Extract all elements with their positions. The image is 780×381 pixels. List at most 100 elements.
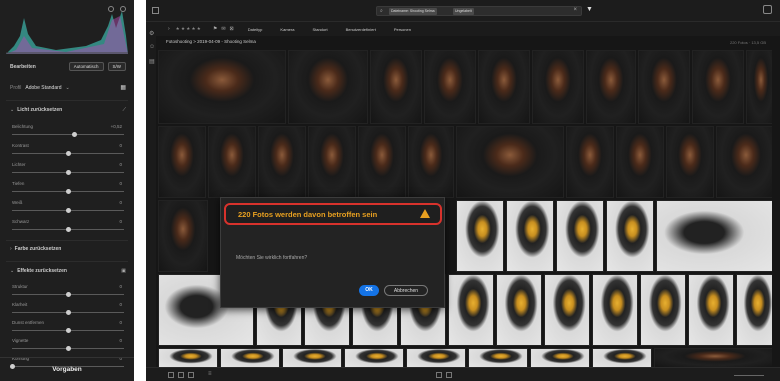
photo-thumbnail[interactable] (158, 126, 206, 198)
auto-button[interactable]: Automatisch (68, 62, 104, 71)
profile-browser-icon[interactable]: ▦ (120, 84, 126, 91)
photo-thumbnail[interactable] (592, 348, 652, 367)
albums-icon[interactable]: ▤ (149, 58, 155, 65)
effects-panel-icon[interactable]: ▣ (121, 268, 126, 274)
detail-view-icon[interactable] (188, 372, 194, 378)
search-chip-filename[interactable]: Dateiname: Shooting Selma (389, 8, 437, 15)
slider-knob[interactable] (66, 227, 71, 232)
gear-icon[interactable]: ⚙ (149, 30, 154, 37)
photo-thumbnail[interactable] (688, 274, 734, 346)
slider-knob[interactable] (66, 310, 71, 315)
thumbnail-size-slider[interactable] (734, 375, 764, 376)
effect-slider-value[interactable]: 0 (119, 338, 122, 343)
curve-icon[interactable]: ⟋ (122, 107, 126, 113)
sidebar-toggle-icon[interactable] (152, 7, 159, 14)
rating-stars[interactable]: ★ ★ ★ ★ ★ (176, 26, 201, 32)
search-field[interactable]: ⌕ Dateiname: Shooting Selma Ungelabelt × (376, 6, 582, 16)
filter-custom[interactable]: Benutzerdefiniert (346, 27, 376, 32)
light-slider-slider[interactable] (12, 170, 124, 175)
photo-thumbnail[interactable] (468, 348, 528, 367)
effect-slider-slider[interactable] (12, 346, 124, 351)
photo-thumbnail[interactable] (456, 200, 504, 272)
photo-thumbnail[interactable] (616, 126, 664, 198)
ok-button[interactable]: OK (359, 285, 379, 296)
people-icon[interactable]: ☺ (149, 44, 155, 50)
photo-thumbnail[interactable] (556, 200, 604, 272)
photo-thumbnail[interactable] (448, 274, 494, 346)
slider-knob[interactable] (66, 208, 71, 213)
photo-thumbnail[interactable] (654, 348, 772, 367)
effect-slider-value[interactable]: 0 (119, 284, 122, 289)
rating-icon[interactable] (436, 372, 442, 378)
photo-thumbnail[interactable] (530, 348, 590, 367)
effect-slider-value[interactable]: 0 (119, 320, 122, 325)
photo-thumbnail[interactable] (692, 50, 744, 124)
light-slider-value[interactable]: 0 (119, 162, 122, 167)
photo-thumbnail[interactable] (532, 50, 584, 124)
presets-button[interactable]: Vorgaben (0, 357, 134, 381)
clear-search-icon[interactable]: × (573, 7, 577, 13)
photo-thumbnail[interactable] (424, 50, 476, 124)
slider-knob[interactable] (66, 346, 71, 351)
photo-thumbnail[interactable] (586, 50, 636, 124)
photo-thumbnail[interactable] (344, 348, 404, 367)
light-slider-value[interactable]: 0 (119, 200, 122, 205)
effects-section-header[interactable]: ⌄ Effekte zurücksetzen ▣ (10, 268, 126, 274)
effect-slider-slider[interactable] (12, 310, 124, 315)
photo-thumbnail[interactable] (478, 50, 530, 124)
info-icon[interactable] (108, 6, 114, 12)
photo-thumbnail[interactable] (666, 126, 714, 198)
light-slider-value[interactable]: +0,52 (111, 124, 122, 129)
photo-thumbnail[interactable] (158, 348, 218, 367)
profile-select[interactable]: Adobe Standard (25, 85, 61, 91)
flag-icon[interactable]: ⚑ (213, 26, 217, 32)
photo-thumbnail[interactable] (408, 126, 454, 198)
history-icon[interactable] (120, 6, 126, 12)
photo-thumbnail[interactable] (406, 348, 466, 367)
photo-thumbnail[interactable] (656, 200, 772, 272)
photo-thumbnail[interactable] (736, 274, 772, 346)
slider-knob[interactable] (66, 189, 71, 194)
photo-thumbnail[interactable] (566, 126, 614, 198)
photo-thumbnail[interactable] (456, 126, 564, 198)
light-section-header[interactable]: ⌄ Licht zurücksetzen ⟋ (10, 107, 126, 113)
filter-icon[interactable]: ▼ (586, 6, 593, 13)
filter-file-type[interactable]: Dateityp (248, 27, 263, 32)
photo-thumbnail[interactable] (370, 50, 422, 124)
light-slider-slider[interactable] (12, 189, 124, 194)
effect-slider-slider[interactable] (12, 328, 124, 333)
photo-thumbnail[interactable] (746, 50, 772, 124)
breadcrumb[interactable]: Fotoshooting > 2019-04-09 - Shooting Sel… (166, 39, 256, 44)
compare-icon[interactable] (446, 372, 452, 378)
light-slider-value[interactable]: 0 (119, 181, 122, 186)
comment-icon[interactable]: ✉ (221, 26, 225, 32)
photo-thumbnail[interactable] (308, 126, 356, 198)
photo-thumbnail[interactable] (220, 348, 280, 367)
grid-view-icon[interactable] (168, 372, 174, 378)
photo-thumbnail[interactable] (506, 200, 554, 272)
photo-thumbnail[interactable] (208, 126, 256, 198)
slider-knob[interactable] (71, 132, 77, 137)
slider-knob[interactable] (66, 151, 71, 156)
filter-people[interactable]: Personen (394, 27, 411, 32)
photo-thumbnail[interactable] (640, 274, 686, 346)
app-menu-icon[interactable] (763, 5, 772, 14)
color-section-header[interactable]: › Farbe zurücksetzen (10, 246, 126, 252)
filter-camera[interactable]: Kamera (280, 27, 294, 32)
cancel-button[interactable]: Abbrechen (384, 285, 428, 296)
effect-slider-slider[interactable] (12, 292, 124, 297)
photo-thumbnail[interactable] (258, 126, 306, 198)
photo-thumbnail[interactable] (638, 50, 690, 124)
photo-thumbnail[interactable] (282, 348, 342, 367)
reject-icon[interactable]: ⊠ (230, 26, 234, 32)
photo-thumbnail[interactable] (288, 50, 368, 124)
effect-slider-value[interactable]: 0 (119, 302, 122, 307)
slider-knob[interactable] (66, 292, 71, 297)
photo-thumbnail[interactable] (158, 50, 286, 124)
photo-thumbnail[interactable] (716, 126, 772, 198)
photo-thumbnail[interactable] (544, 274, 590, 346)
filter-location[interactable]: Standort (312, 27, 327, 32)
square-view-icon[interactable] (178, 372, 184, 378)
photo-thumbnail[interactable] (496, 274, 542, 346)
light-slider-value[interactable]: 0 (119, 143, 122, 148)
